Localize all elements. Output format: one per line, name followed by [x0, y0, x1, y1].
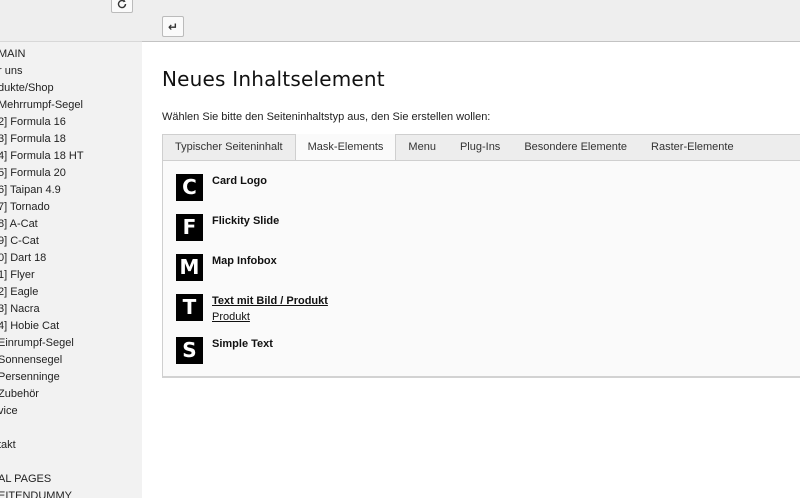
tree-item[interactable]: MAIN	[0, 46, 84, 63]
m-letter-icon: M	[176, 254, 203, 281]
tree-item[interactable]: 2] Eagle	[0, 284, 84, 301]
tree-item[interactable]: Sonnensegel	[0, 352, 84, 369]
element-map-infobox[interactable]: M Map Infobox	[176, 254, 277, 281]
element-card-logo[interactable]: C Card Logo	[176, 174, 267, 201]
tree-item[interactable]: Zubehör	[0, 386, 84, 403]
tree-item[interactable]: 1] Flyer	[0, 267, 84, 284]
page-tree: MAIN r uns dukte/Shop Mehrrumpf-Segel 2]…	[0, 46, 84, 498]
tree-item[interactable]: Einrumpf-Segel	[0, 335, 84, 352]
page-description: Wählen Sie bitte den Seiteninhaltstyp au…	[162, 111, 491, 123]
tree-item[interactable]: dukte/Shop	[0, 80, 84, 97]
page-title: Neues Inhaltselement	[162, 67, 385, 91]
s-letter-icon: S	[176, 337, 203, 364]
tree-item[interactable]: 3] Formula 18	[0, 131, 84, 148]
tree-item[interactable]: 9] C-Cat	[0, 233, 84, 250]
element-text-mit-bild-produkt[interactable]: T Text mit Bild / Produkt Produkt	[176, 294, 328, 323]
tree-item[interactable]: 7] Tornado	[0, 199, 84, 216]
element-title[interactable]: Simple Text	[212, 338, 273, 350]
doc-header: ↵	[142, 0, 800, 42]
element-simple-text[interactable]: S Simple Text	[176, 337, 273, 364]
content-type-tabs: Typischer Seiteninhalt Mask-Elements Men…	[162, 134, 800, 161]
element-title[interactable]: Map Infobox	[212, 255, 277, 267]
return-arrow-icon: ↵	[167, 19, 179, 34]
back-button[interactable]: ↵	[162, 16, 184, 37]
tree-item[interactable]: vice	[0, 403, 84, 420]
tree-item[interactable]: 5] Formula 20	[0, 165, 84, 182]
tree-item[interactable]: EITENDUMMY	[0, 488, 84, 498]
tree-item[interactable]: 0] Dart 18	[0, 250, 84, 267]
tree-item[interactable]: Mehrrumpf-Segel	[0, 97, 84, 114]
element-subtitle[interactable]: Produkt	[212, 311, 328, 323]
refresh-icon	[117, 0, 127, 9]
tab-raster-elemente[interactable]: Raster-Elemente	[639, 135, 746, 161]
mask-elements-panel: C Card Logo F Flickity Slide M Map Infob…	[162, 160, 800, 378]
c-letter-icon: C	[176, 174, 203, 201]
element-flickity-slide[interactable]: F Flickity Slide	[176, 214, 279, 241]
element-title[interactable]: Card Logo	[212, 175, 267, 187]
tab-typischer-seiteninhalt[interactable]: Typischer Seiteninhalt	[163, 135, 295, 161]
tree-item-spacer	[0, 420, 84, 437]
page-tree-pane: MAIN r uns dukte/Shop Mehrrumpf-Segel 2]…	[0, 0, 142, 498]
tab-plug-ins[interactable]: Plug-Ins	[448, 135, 512, 161]
tree-toolbar	[0, 0, 142, 42]
t-letter-icon: T	[176, 294, 203, 321]
tree-item-spacer	[0, 454, 84, 471]
element-title[interactable]: Flickity Slide	[212, 215, 279, 227]
tree-item[interactable]: AL PAGES	[0, 471, 84, 488]
tree-item[interactable]: Persenninge	[0, 369, 84, 386]
tree-item[interactable]: takt	[0, 437, 84, 454]
tree-item[interactable]: 3] Nacra	[0, 301, 84, 318]
tab-besondere-elemente[interactable]: Besondere Elemente	[512, 135, 639, 161]
f-letter-icon: F	[176, 214, 203, 241]
tree-item[interactable]: 4] Formula 18 HT	[0, 148, 84, 165]
tree-item[interactable]: 2] Formula 16	[0, 114, 84, 131]
refresh-button[interactable]	[111, 0, 133, 13]
tree-item[interactable]: 4] Hobie Cat	[0, 318, 84, 335]
tree-item[interactable]: 8] A-Cat	[0, 216, 84, 233]
element-title[interactable]: Text mit Bild / Produkt	[212, 295, 328, 307]
content-module: ↵ Neues Inhaltselement Wählen Sie bitte …	[142, 0, 800, 498]
tree-item[interactable]: r uns	[0, 63, 84, 80]
tree-item[interactable]: 6] Taipan 4.9	[0, 182, 84, 199]
tab-mask-elements[interactable]: Mask-Elements	[294, 134, 397, 161]
tab-menu[interactable]: Menu	[396, 135, 448, 161]
